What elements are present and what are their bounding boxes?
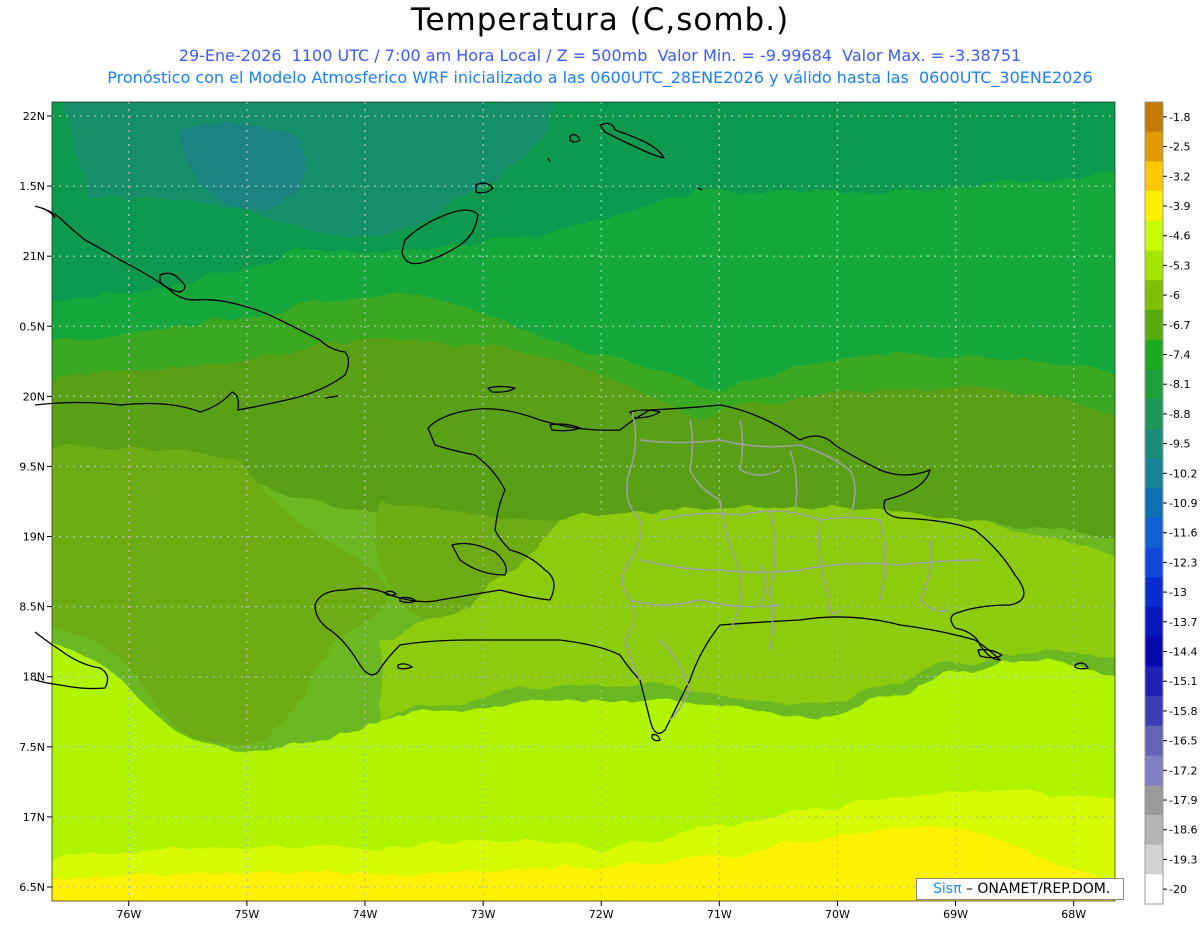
lon-tick-label: 72W bbox=[589, 908, 614, 921]
lon-tick-label: 69W bbox=[943, 908, 968, 921]
colorbar-label: -18.6 bbox=[1169, 824, 1197, 837]
lon-tick-label: 68W bbox=[1061, 908, 1086, 921]
lon-tick-label: 73W bbox=[471, 908, 496, 921]
lon-tick-label: 74W bbox=[353, 908, 378, 921]
colorbar-swatch bbox=[1145, 636, 1163, 667]
colorbar-label: -15.1 bbox=[1169, 675, 1197, 688]
lat-tick-label: 18N bbox=[23, 671, 45, 684]
colorbar-label: -11.6 bbox=[1169, 527, 1197, 540]
colorbar-label: -9.5 bbox=[1169, 438, 1190, 451]
colorbar-swatch bbox=[1145, 577, 1163, 608]
colorbar-label: -8.1 bbox=[1169, 378, 1190, 391]
lat-tick-label: 21N bbox=[23, 250, 45, 263]
colorbar-swatch bbox=[1145, 785, 1163, 816]
colorbar-swatch bbox=[1145, 814, 1163, 846]
colorbar-label: -3.9 bbox=[1169, 200, 1190, 213]
colorbar-label: -4.6 bbox=[1169, 230, 1190, 243]
colorbar-label: -19.3 bbox=[1169, 853, 1197, 866]
lon-tick-label: 70W bbox=[825, 908, 850, 921]
temperature-map: 76W 75W 74W 73W 72W 71W 70W 69W 68W 22N 1.5N 21N 0.5… bbox=[19, 101, 1197, 921]
lat-tick-label: 1.5N bbox=[19, 180, 45, 193]
lon-tick-label: 71W bbox=[707, 908, 732, 921]
colorbar-swatch bbox=[1145, 488, 1163, 519]
colorbar-swatch bbox=[1145, 131, 1163, 162]
colorbar-swatch bbox=[1145, 369, 1163, 400]
colorbar-label: -2.5 bbox=[1169, 141, 1190, 154]
colorbar-label: -17.9 bbox=[1169, 794, 1197, 807]
colorbar-swatch bbox=[1145, 606, 1163, 638]
lat-tick-label: 22N bbox=[23, 110, 45, 123]
lon-tick-label: 76W bbox=[116, 908, 141, 921]
colorbar-swatch bbox=[1145, 874, 1163, 905]
lat-tick-label: 7.5N bbox=[19, 741, 45, 754]
colorbar-swatch bbox=[1145, 191, 1163, 222]
colorbar-label: -1.8 bbox=[1169, 111, 1190, 124]
colorbar-label: -20 bbox=[1169, 883, 1187, 896]
colorbar-swatch bbox=[1145, 309, 1163, 341]
colorbar-swatch bbox=[1145, 844, 1163, 875]
colorbar-swatch bbox=[1145, 428, 1163, 459]
colorbar-label: -3.2 bbox=[1169, 170, 1190, 183]
colorbar-label: -10.2 bbox=[1169, 467, 1197, 480]
credit-box: Sisπ – ONAMET/REP.DOM. bbox=[916, 878, 1124, 900]
colorbar-label: -17.2 bbox=[1169, 764, 1197, 777]
credit-text: – ONAMET/REP.DOM. bbox=[965, 881, 1111, 897]
colorbar-swatch bbox=[1145, 458, 1163, 489]
colorbar-swatch bbox=[1145, 399, 1163, 430]
colorbar-label: -8.8 bbox=[1169, 408, 1190, 421]
colorbar-swatch bbox=[1145, 161, 1163, 192]
colorbar-label: -6 bbox=[1169, 289, 1180, 302]
lat-tick-label: 19N bbox=[23, 531, 45, 544]
colorbar-swatch bbox=[1145, 102, 1163, 133]
colorbar-label: -7.4 bbox=[1169, 348, 1190, 361]
colorbar-label: -16.5 bbox=[1169, 735, 1197, 748]
colorbar: -1.8 -2.5 -3.2 -3.9 -4.6 -5.3 -6 -6.7 -7.4 -8.1 -8… bbox=[1144, 101, 1197, 905]
lat-tick-label: 17N bbox=[23, 811, 45, 824]
lat-tick-label: 6.5N bbox=[19, 881, 45, 894]
colorbar-label: -6.7 bbox=[1169, 319, 1190, 332]
colorbar-swatch bbox=[1145, 547, 1163, 578]
colorbar-swatch bbox=[1145, 339, 1163, 370]
colorbar-swatch bbox=[1145, 220, 1163, 252]
colorbar-swatch bbox=[1145, 250, 1163, 281]
colorbar-swatch bbox=[1145, 280, 1163, 311]
colorbar-label: -13.7 bbox=[1169, 616, 1197, 629]
colorbar-swatch bbox=[1145, 696, 1163, 727]
colorbar-label: -13 bbox=[1169, 586, 1187, 599]
colorbar-label: -14.4 bbox=[1169, 646, 1197, 659]
colorbar-label: -15.8 bbox=[1169, 705, 1197, 718]
colorbar-swatch bbox=[1145, 517, 1163, 549]
colorbar-swatch bbox=[1145, 755, 1163, 786]
temperature-field bbox=[52, 102, 1115, 901]
lat-tick-label: 20N bbox=[23, 390, 45, 403]
lat-tick-label: 0.5N bbox=[19, 320, 45, 333]
lat-tick-label: 8.5N bbox=[19, 601, 45, 614]
lat-tick-label: 9.5N bbox=[19, 460, 45, 473]
colorbar-label: -5.3 bbox=[1169, 259, 1190, 272]
lon-tick-label: 75W bbox=[234, 908, 259, 921]
colorbar-swatch bbox=[1145, 725, 1163, 756]
sispi-logo: Sisπ bbox=[933, 881, 962, 897]
colorbar-label: -10.9 bbox=[1169, 497, 1197, 510]
colorbar-swatch bbox=[1145, 666, 1163, 697]
colorbar-label: -12.3 bbox=[1169, 556, 1197, 569]
